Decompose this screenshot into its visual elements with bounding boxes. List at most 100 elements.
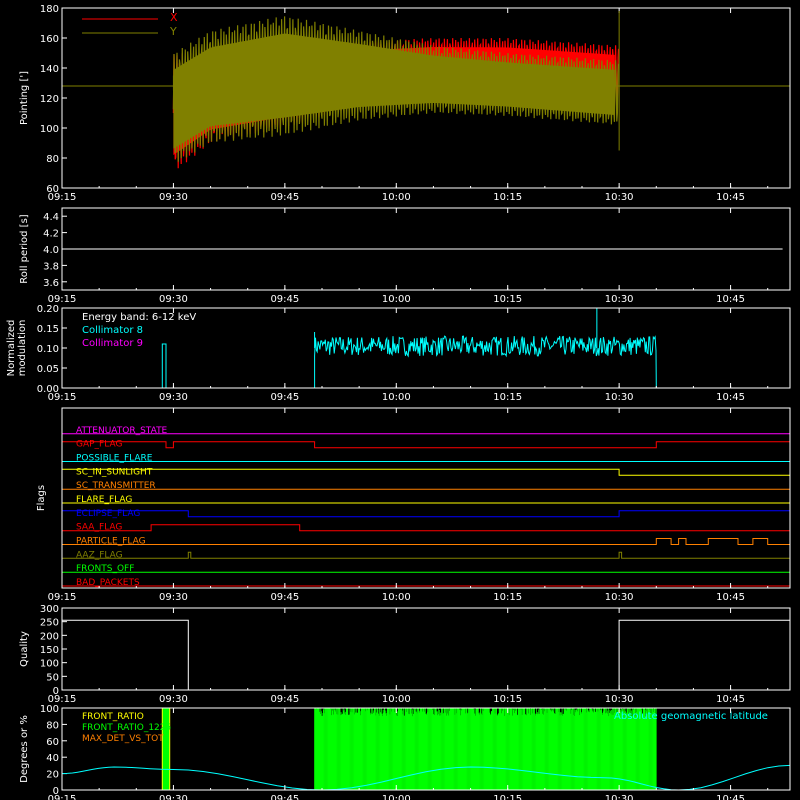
flag-label: SAA_FLAG bbox=[76, 523, 122, 533]
time-tick-label: 09:45 bbox=[270, 592, 299, 603]
time-tick-label: 09:45 bbox=[270, 294, 299, 305]
time-tick-label: 10:00 bbox=[382, 794, 411, 800]
y-tick-label: 300 bbox=[40, 604, 59, 615]
y-axis-label: Roll period [s] bbox=[19, 214, 30, 283]
time-tick-label: 09:30 bbox=[159, 592, 188, 603]
flags-axis-label-text: Flags bbox=[36, 485, 47, 511]
y-tick-label: 120 bbox=[40, 94, 59, 105]
time-tick-label: 09:45 bbox=[270, 192, 299, 203]
y-tick-label: 4.0 bbox=[43, 245, 59, 256]
time-tick-label: 10:15 bbox=[493, 294, 522, 305]
y-axis-label: Pointing ['] bbox=[19, 71, 30, 125]
y-tick-label: 160 bbox=[40, 34, 59, 45]
y-tick-label: 150 bbox=[40, 645, 59, 656]
time-tick-label: 10:45 bbox=[716, 192, 745, 203]
time-tick-label: 09:15 bbox=[48, 794, 77, 800]
y-tick-label: 140 bbox=[40, 64, 59, 75]
flag-label: FRONTS_OFF bbox=[76, 564, 134, 574]
y-tick-label: 3.6 bbox=[43, 278, 59, 289]
y-tick-label: 3.8 bbox=[43, 261, 59, 272]
legend-max-det-vs-tot: MAX_DET_VS_TOT bbox=[82, 734, 164, 744]
time-tick-label: 10:45 bbox=[716, 294, 745, 305]
y-tick-label: 0.20 bbox=[37, 304, 59, 315]
flags-axis-label: Flags bbox=[36, 485, 47, 511]
y-axis-label-line: Quality bbox=[19, 631, 30, 667]
time-tick-label: 10:45 bbox=[716, 592, 745, 603]
y-tick-label: 100 bbox=[40, 124, 59, 135]
time-tick-label: 09:15 bbox=[48, 392, 77, 403]
y-tick-label: 180 bbox=[40, 4, 59, 15]
quicklook-chart-canvas: 60 80 100 120 140 160 180 Pointing ['] XY 09:15 09… bbox=[0, 0, 800, 800]
legend-geomagnetic-latitude: Absolute geomagnetic latitude bbox=[614, 711, 768, 722]
time-tick-label: 09:30 bbox=[159, 294, 188, 305]
time-tick-label: 10:30 bbox=[605, 592, 634, 603]
time-tick-label: 10:00 bbox=[382, 592, 411, 603]
flag-label: BAD_PACKETS bbox=[76, 578, 140, 588]
y-axis-label: Normalized modulation bbox=[6, 320, 28, 377]
y-tick-label: 200 bbox=[40, 631, 59, 642]
time-tick-label: 09:15 bbox=[48, 592, 77, 603]
y-tick-label: 4.4 bbox=[43, 212, 59, 223]
time-tick-label: 10:15 bbox=[493, 694, 522, 705]
time-tick-label: 10:30 bbox=[605, 694, 634, 705]
time-tick-label: 09:45 bbox=[270, 392, 299, 403]
time-tick-label: 10:45 bbox=[716, 794, 745, 800]
y-tick-label: 40 bbox=[46, 753, 59, 764]
time-tick-label: 10:30 bbox=[605, 794, 634, 800]
time-tick-label: 10:00 bbox=[382, 294, 411, 305]
time-tick-label: 09:30 bbox=[159, 794, 188, 800]
y-tick-label: 100 bbox=[40, 659, 59, 670]
time-tick-label: 09:15 bbox=[48, 192, 77, 203]
time-tick-label: 09:45 bbox=[270, 794, 299, 800]
y-tick-label: 100 bbox=[40, 704, 59, 715]
legend-label-y: Y bbox=[169, 25, 177, 38]
y-tick-label: 50 bbox=[46, 672, 59, 683]
flag-label: POSSIBLE_FLARE bbox=[76, 454, 153, 464]
y-tick-label: 4.2 bbox=[43, 229, 59, 240]
y-tick-label: 250 bbox=[40, 618, 59, 629]
time-tick-label: 10:15 bbox=[493, 592, 522, 603]
y-axis-label: Quality bbox=[19, 631, 30, 667]
flag-label: AAZ_FLAG bbox=[76, 550, 123, 560]
y-tick-label: 0.15 bbox=[37, 324, 59, 335]
time-tick-label: 09:30 bbox=[159, 192, 188, 203]
legend-collimator-9: Collimator 9 bbox=[82, 338, 143, 349]
time-tick-label: 10:00 bbox=[382, 694, 411, 705]
time-tick-label: 10:15 bbox=[493, 392, 522, 403]
y-axis-label-line: Normalized bbox=[6, 320, 17, 377]
time-tick-label: 10:45 bbox=[716, 694, 745, 705]
time-tick-label: 10:00 bbox=[382, 392, 411, 403]
flag-label: FLARE_FLAG bbox=[76, 495, 132, 505]
y-axis-label-line: Roll period [s] bbox=[19, 214, 30, 283]
legend-front-ratio-1225: FRONT_RATIO_1225 bbox=[82, 723, 171, 733]
time-tick-label: 09:30 bbox=[159, 694, 188, 705]
time-tick-label: 10:30 bbox=[605, 294, 634, 305]
y-axis-label-line: Degrees or % bbox=[19, 715, 30, 783]
time-tick-label: 10:00 bbox=[382, 192, 411, 203]
y-tick-label: 80 bbox=[46, 720, 59, 731]
y-tick-label: 20 bbox=[46, 770, 59, 781]
y-axis-label-line: Pointing ['] bbox=[19, 71, 30, 125]
flag-label: ECLIPSE_FLAG bbox=[76, 509, 140, 519]
flag-label: ATTENUATOR_STATE bbox=[76, 426, 168, 436]
y-tick-label: 0.05 bbox=[37, 364, 59, 375]
flag-label: SC_TRANSMITTER bbox=[76, 481, 156, 491]
energy-band-label: Energy band: 6-12 keV bbox=[82, 312, 196, 323]
front-ratio-1225-early bbox=[162, 708, 170, 790]
flag-label: SC_IN_SUNLIGHT bbox=[76, 467, 153, 477]
flag-label: GAP_FLAG bbox=[76, 440, 122, 450]
y-tick-label: 0.10 bbox=[37, 344, 59, 355]
legend-label-x: X bbox=[170, 11, 178, 24]
y-tick-label: 60 bbox=[46, 737, 59, 748]
time-tick-label: 09:45 bbox=[270, 694, 299, 705]
y-axis-label-line: modulation bbox=[17, 320, 28, 377]
flag-label: PARTICLE_FLAG bbox=[76, 537, 146, 547]
y-tick-label: 80 bbox=[46, 154, 59, 165]
legend-collimator-8: Collimator 8 bbox=[82, 325, 143, 336]
time-tick-label: 10:30 bbox=[605, 192, 634, 203]
time-tick-label: 10:30 bbox=[605, 392, 634, 403]
legend-front-ratio: FRONT_RATIO bbox=[82, 712, 144, 722]
time-tick-label: 10:45 bbox=[716, 392, 745, 403]
time-tick-label: 10:15 bbox=[493, 192, 522, 203]
y-axis-label: Degrees or % bbox=[19, 715, 30, 783]
